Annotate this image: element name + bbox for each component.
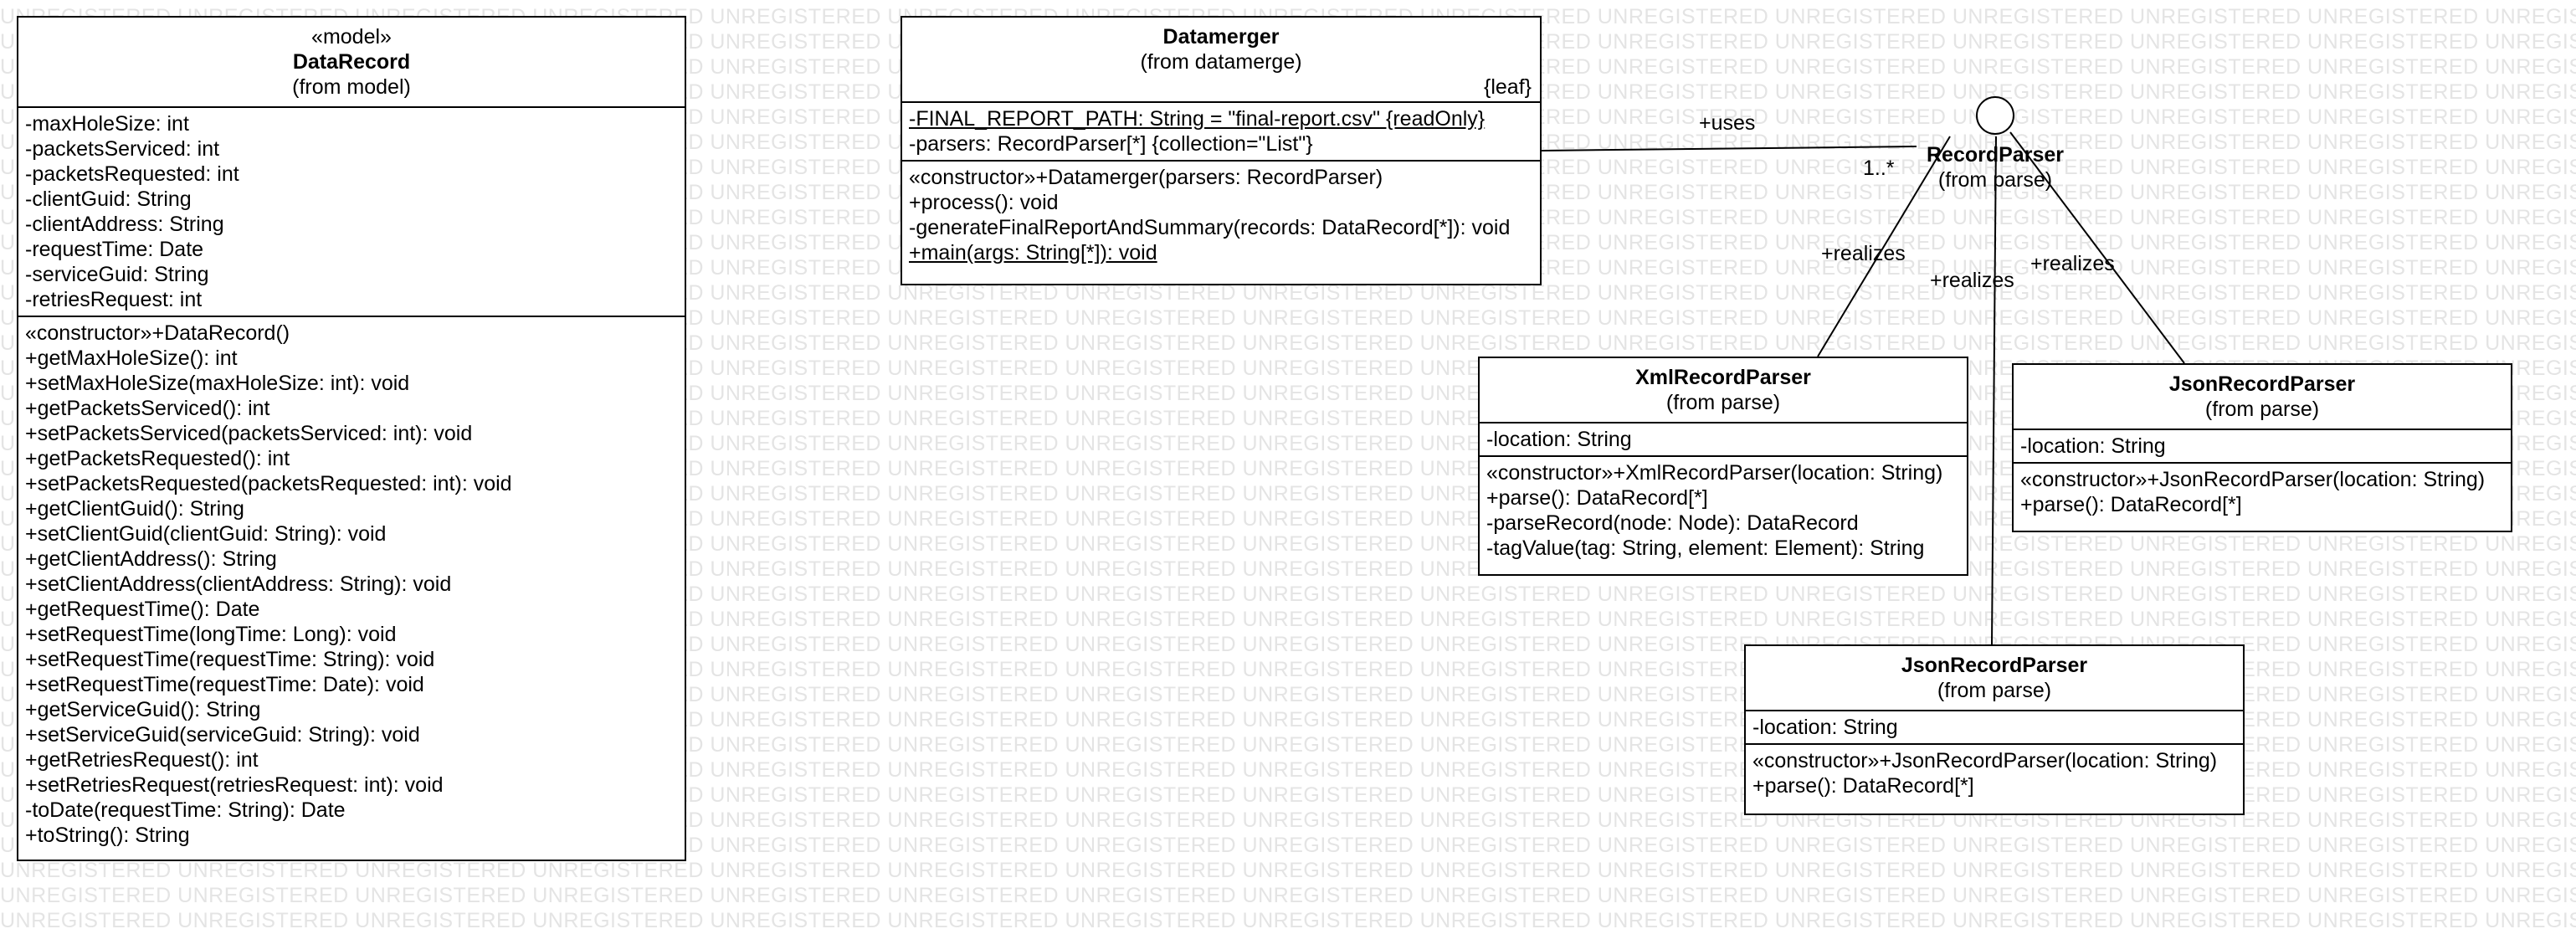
operation-item: +setRequestTime(longTime: Long): void (25, 623, 397, 646)
operation-item: +parse(): DataRecord[*] (1752, 774, 1974, 798)
class-name: Datamerger (1162, 25, 1280, 49)
operation-item: +setServiceGuid(serviceGuid: String): vo… (25, 723, 420, 747)
class-package: (from datamerge) (1140, 50, 1302, 74)
operations-compartment: «constructor»+Datamerger(parsers: Record… (902, 160, 1540, 269)
operations-compartment: «constructor»+JsonRecordParser(location:… (2014, 462, 2511, 521)
attribute-item: -clientGuid: String (25, 187, 192, 211)
operation-item: +setPacketsServiced(packetsServiced: int… (25, 422, 473, 445)
attribute-item: -location: String (1486, 428, 1632, 451)
class-header: «model» DataRecord (from model) (18, 18, 685, 106)
class-name: JsonRecordParser (2168, 372, 2356, 396)
class-name: DataRecord (292, 50, 411, 74)
class-package: (from parse) (1937, 679, 2052, 702)
class-header: JsonRecordParser (from parse) (1746, 646, 2243, 710)
class-name: JsonRecordParser (1901, 654, 2088, 677)
recordparser-lollipop-icon[interactable] (1976, 96, 2014, 135)
class-xmlrecordparser[interactable]: XmlRecordParser (from parse) -location: … (1478, 357, 1968, 576)
realizes-label-xml: +realizes (1821, 242, 1906, 265)
operation-item: +getClientGuid(): String (25, 497, 244, 521)
attribute-item: -serviceGuid: String (25, 263, 209, 286)
operation-item: «constructor»+DataRecord() (25, 321, 290, 345)
class-datamerger[interactable]: Datamerger (from datamerge) {leaf} -FINA… (901, 16, 1542, 285)
operation-item: +parse(): DataRecord[*] (1486, 486, 1708, 510)
operation-item: +getPacketsServiced(): int (25, 397, 270, 420)
interface-recordparser[interactable]: RecordParser (from parse) (1911, 142, 2079, 192)
operation-item: +getPacketsRequested(): int (25, 447, 290, 470)
attribute-item: -packetsRequested: int (25, 162, 239, 186)
class-modifier: {leaf} (1483, 75, 1532, 99)
operation-item: +setPacketsRequested(packetsRequested: i… (25, 472, 512, 495)
operation-item: +setRetriesRequest(retriesRequest: int):… (25, 773, 444, 797)
operation-item: +main(args: String[*]): void (909, 241, 1157, 264)
class-name: XmlRecordParser (1635, 366, 1811, 389)
class-header: Datamerger (from datamerge) {leaf} (902, 18, 1540, 101)
operations-compartment: «constructor»+JsonRecordParser(location:… (1746, 743, 2243, 802)
class-datarecord[interactable]: «model» DataRecord (from model) -maxHole… (17, 16, 686, 861)
class-package: (from parse) (1665, 391, 1781, 414)
operation-item: +getRequestTime(): Date (25, 598, 260, 621)
operation-item: +setClientAddress(clientAddress: String)… (25, 572, 452, 596)
uses-role-label: +uses (1699, 111, 1756, 135)
operations-compartment: «constructor»+XmlRecordParser(location: … (1480, 455, 1967, 564)
attribute-item: -parsers: RecordParser[*] {collection="L… (909, 132, 1313, 156)
operation-item: +process(): void (909, 191, 1059, 214)
operation-item: +setRequestTime(requestTime: String): vo… (25, 648, 435, 671)
attribute-item: -location: String (1752, 716, 1898, 739)
operation-item: +setRequestTime(requestTime: Date): void (25, 673, 424, 696)
operation-item: -generateFinalReportAndSummary(records: … (909, 216, 1511, 239)
operation-item: -tagValue(tag: String, element: Element)… (1486, 536, 1925, 560)
realizes-label-json-right: +realizes (2030, 252, 2115, 275)
multiplicity-label: 1..* (1863, 157, 1895, 180)
attribute-item: -packetsServiced: int (25, 137, 220, 161)
realization-json-bottom-line[interactable] (1991, 136, 1997, 645)
attributes-compartment: -location: String (2014, 429, 2511, 462)
class-stereotype: «model» (311, 25, 392, 49)
operation-item: -toDate(requestTime: String): Date (25, 798, 346, 822)
attributes-compartment: -maxHoleSize: int -packetsServiced: int -p… (18, 106, 685, 316)
attributes-compartment: -location: String (1480, 422, 1967, 455)
operation-item: +toString(): String (25, 824, 190, 847)
operation-item: -parseRecord(node: Node): DataRecord (1486, 511, 1859, 535)
attributes-compartment: -location: String (1746, 710, 2243, 743)
uses-association-line[interactable] (1541, 146, 1917, 151)
realizes-label-json-bottom: +realizes (1930, 269, 2014, 292)
operation-item: +getServiceGuid(): String (25, 698, 261, 721)
operation-item: +setClientGuid(clientGuid: String): void (25, 522, 387, 546)
attribute-item: -location: String (2020, 434, 2166, 458)
operation-item: «constructor»+Datamerger(parsers: Record… (909, 166, 1383, 189)
class-header: JsonRecordParser (from parse) (2014, 365, 2511, 429)
class-package: (from model) (292, 75, 411, 99)
operation-item: +getClientAddress(): String (25, 547, 277, 571)
attribute-item: -FINAL_REPORT_PATH: String = "final-repo… (909, 107, 1486, 131)
operation-item: «constructor»+JsonRecordParser(location:… (1752, 749, 2218, 772)
operation-item: +parse(): DataRecord[*] (2020, 493, 2242, 516)
class-jsonrecordparser-bottom[interactable]: JsonRecordParser (from parse) -location:… (1744, 644, 2245, 815)
interface-name: RecordParser (1927, 143, 2064, 167)
attribute-item: -retriesRequest: int (25, 288, 203, 311)
operation-item: +getMaxHoleSize(): int (25, 346, 238, 370)
class-package: (from parse) (2204, 398, 2320, 421)
interface-package: (from parse) (1937, 168, 2053, 192)
attribute-item: -requestTime: Date (25, 238, 204, 261)
class-header: XmlRecordParser (from parse) (1480, 358, 1967, 422)
operation-item: +setMaxHoleSize(maxHoleSize: int): void (25, 372, 410, 395)
operations-compartment: «constructor»+DataRecord() +getMaxHoleSiz… (18, 316, 685, 851)
operation-item: «constructor»+JsonRecordParser(location:… (2020, 468, 2486, 491)
operation-item: +getRetriesRequest(): int (25, 748, 259, 772)
attributes-compartment: -FINAL_REPORT_PATH: String = "final-repo… (902, 101, 1540, 160)
attribute-item: -clientAddress: String (25, 213, 224, 236)
class-jsonrecordparser-right[interactable]: JsonRecordParser (from parse) -location:… (2012, 363, 2512, 532)
operation-item: «constructor»+XmlRecordParser(location: … (1486, 461, 1943, 485)
attribute-item: -maxHoleSize: int (25, 112, 189, 136)
